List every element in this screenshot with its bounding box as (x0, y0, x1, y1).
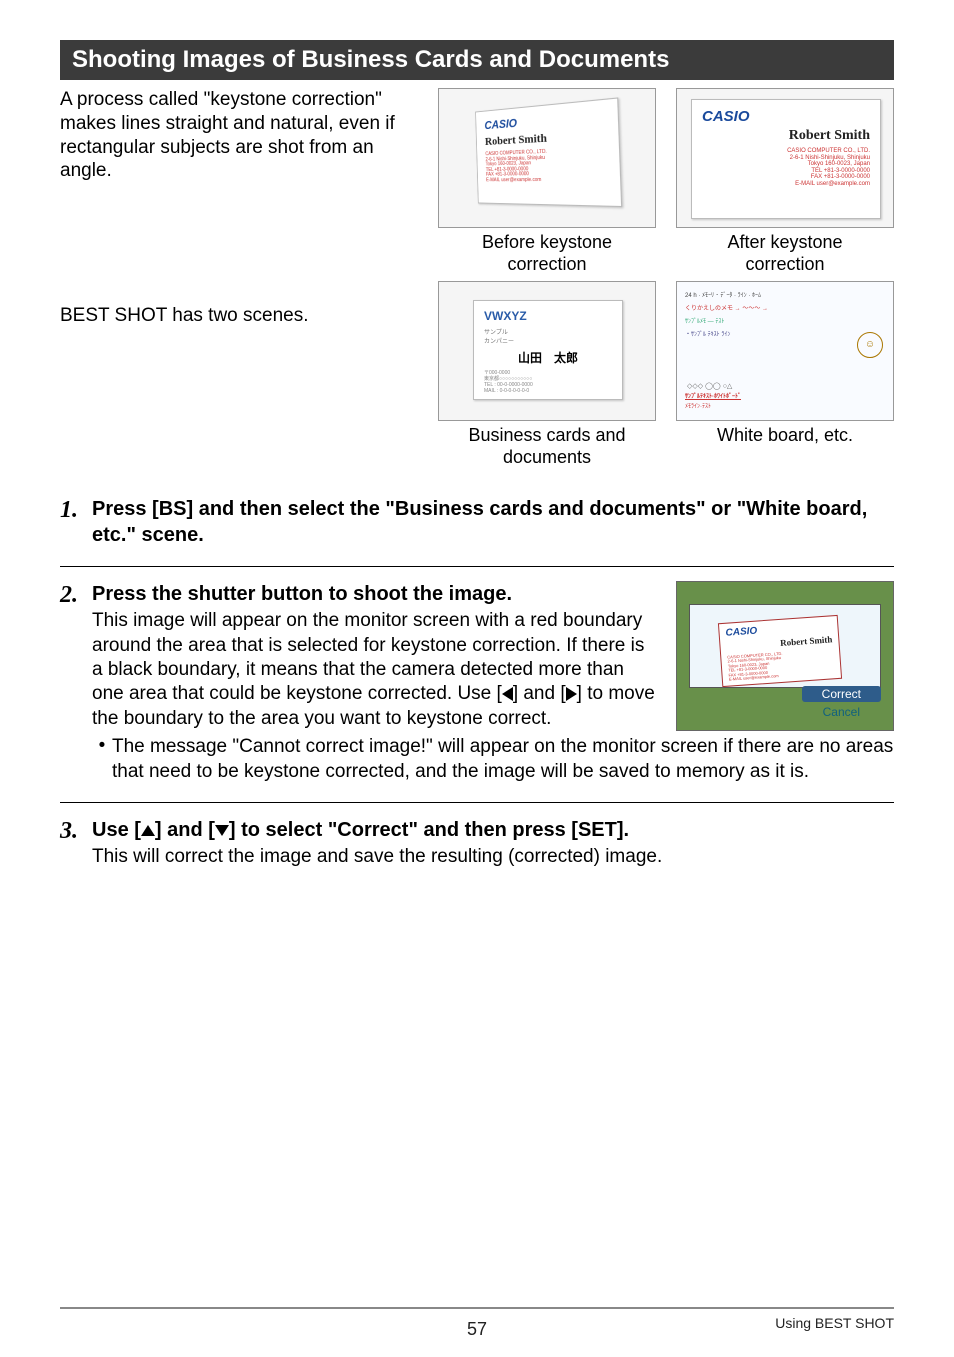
section-banner: Shooting Images of Business Cards and Do… (60, 40, 894, 80)
triangle-up-icon (141, 825, 155, 836)
card-brand: CASIO (702, 108, 870, 125)
intro-text: A process called "keystone correction" m… (60, 88, 400, 275)
menu-cancel: Cancel (802, 704, 881, 720)
triangle-down-icon (215, 825, 229, 836)
caption-bizdoc: Business cards and documents (468, 425, 625, 468)
figure-confirmation-screen: CASIO Robert Smith CASIO COMPUTER CO., L… (676, 581, 894, 731)
scenes-text: BEST SHOT has two scenes. (60, 281, 400, 468)
figure-before-keystone: CASIO Robert Smith CASIO COMPUTER CO., L… (438, 88, 656, 228)
step-2-heading: Press the shutter button to shoot the im… (92, 581, 656, 607)
divider (60, 802, 894, 803)
step-3-number: 3. (60, 817, 92, 869)
caption-after: After keystone correction (727, 232, 842, 275)
caption-before: Before keystone correction (482, 232, 612, 275)
footer-section: Using BEST SHOT (775, 1315, 894, 1331)
bizcard-jpname: 山田 太郎 (484, 349, 612, 366)
step-2-bullet: The message "Cannot correct image!" will… (112, 735, 894, 784)
divider (60, 566, 894, 567)
page-footer: 57 Using BEST SHOT (60, 1307, 894, 1331)
card-name: Robert Smith (702, 128, 870, 144)
triangle-right-icon (566, 687, 577, 701)
step-2-number: 2. (60, 581, 92, 784)
step-1-heading: Press [BS] and then select the "Business… (92, 496, 894, 548)
menu-correct: Correct (802, 686, 881, 702)
step-3-text: This will correct the image and save the… (92, 845, 894, 869)
triangle-left-icon (502, 687, 513, 701)
card-lines: CASIO COMPUTER CO., LTD. 2-6-1 Nishi-Shi… (727, 649, 835, 683)
card-lines: CASIO COMPUTER CO., LTD. 2-6-1 Nishi-Shi… (485, 147, 609, 183)
step-2-text: This image will appear on the monitor sc… (92, 609, 656, 731)
card-lines: CASIO COMPUTER CO., LTD. 2-6-1 Nishi-Shi… (702, 148, 870, 188)
figure-bizcard-scene: VWXYZ サンプルカンパニー 山田 太郎 〒000-0000東京都○○○○○○… (438, 281, 656, 421)
page-number: 57 (467, 1319, 487, 1340)
bizcard-brand: VWXYZ (484, 309, 612, 323)
figure-after-keystone: CASIO Robert Smith CASIO COMPUTER CO., L… (676, 88, 894, 228)
step-3-heading: Use [] and [] to select "Correct" and th… (92, 817, 894, 843)
step-1-number: 1. (60, 496, 92, 548)
figure-whiteboard-scene: 24 h · ﾒﾓｰﾘ ･ ﾃﾞｰﾀ · ﾗｲﾝ · ﾎｰﾑ くりかえしのメモ … (676, 281, 894, 421)
bullet-icon: • (92, 735, 112, 784)
caption-whiteboard: White board, etc. (717, 425, 853, 447)
